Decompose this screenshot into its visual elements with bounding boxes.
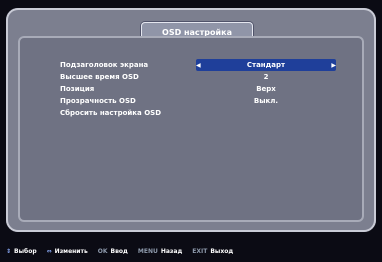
- menu-item-subtitle-screen-value[interactable]: ◀ Стандарт ▶: [196, 59, 336, 71]
- hint-label: Назад: [160, 247, 183, 255]
- menu-item-osd-time[interactable]: Высшее время OSD: [60, 71, 139, 83]
- hint-label: Изменить: [54, 247, 88, 255]
- menu-item-osd-transparency[interactable]: Прозрачность OSD: [60, 95, 136, 107]
- menu-item-label: Сбросить настройка OSD: [60, 109, 162, 117]
- hint-menu: MENU Назад: [138, 248, 182, 255]
- menu-item-value: Верх: [256, 85, 276, 93]
- osd-settings-screen: OSD настройка Подзаголовок экрана ◀ Стан…: [0, 0, 382, 262]
- menu-item-osd-transparency-value[interactable]: Выкл.: [196, 95, 336, 107]
- ok-key: OK: [97, 247, 108, 255]
- updown-arrows-icon: ⇕: [6, 247, 12, 255]
- hint-label: Ввод: [110, 247, 128, 255]
- footer-hints: ⇕ Выбор ⇔ Изменить OK Ввод MENU Назад EX…: [0, 240, 382, 262]
- menu-key: MENU: [137, 247, 158, 255]
- menu-item-label: Позиция: [60, 85, 95, 93]
- hint-select: ⇕ Выбор: [6, 248, 37, 255]
- leftright-arrows-icon: ⇔: [46, 247, 52, 255]
- menu-item-subtitle-screen[interactable]: Подзаголовок экрана: [60, 59, 148, 71]
- menu-item-position[interactable]: Позиция: [60, 83, 94, 95]
- hint-ok: OK Ввод: [98, 248, 128, 255]
- menu-item-reset-osd[interactable]: Сбросить настройка OSD: [60, 107, 161, 119]
- osd-settings-panel: OSD настройка: [6, 8, 376, 232]
- menu-item-label: Высшее время OSD: [60, 73, 139, 81]
- hint-label: Выход: [210, 247, 234, 255]
- menu-item-label: Прозрачность OSD: [60, 97, 136, 105]
- exit-key: EXIT: [192, 247, 208, 255]
- menu-item-value: 2: [263, 73, 269, 81]
- menu-item-label: Подзаголовок экрана: [60, 61, 149, 69]
- hint-change: ⇔ Изменить: [47, 248, 88, 255]
- hint-exit: EXIT Выход: [192, 248, 233, 255]
- right-arrow-icon: ▶: [331, 61, 336, 69]
- menu-item-value: Выкл.: [253, 97, 279, 105]
- menu-item-position-value[interactable]: Верх: [196, 83, 336, 95]
- hint-label: Выбор: [14, 247, 37, 255]
- menu-item-value: Стандарт: [246, 61, 286, 69]
- menu-item-osd-time-value[interactable]: 2: [196, 71, 336, 83]
